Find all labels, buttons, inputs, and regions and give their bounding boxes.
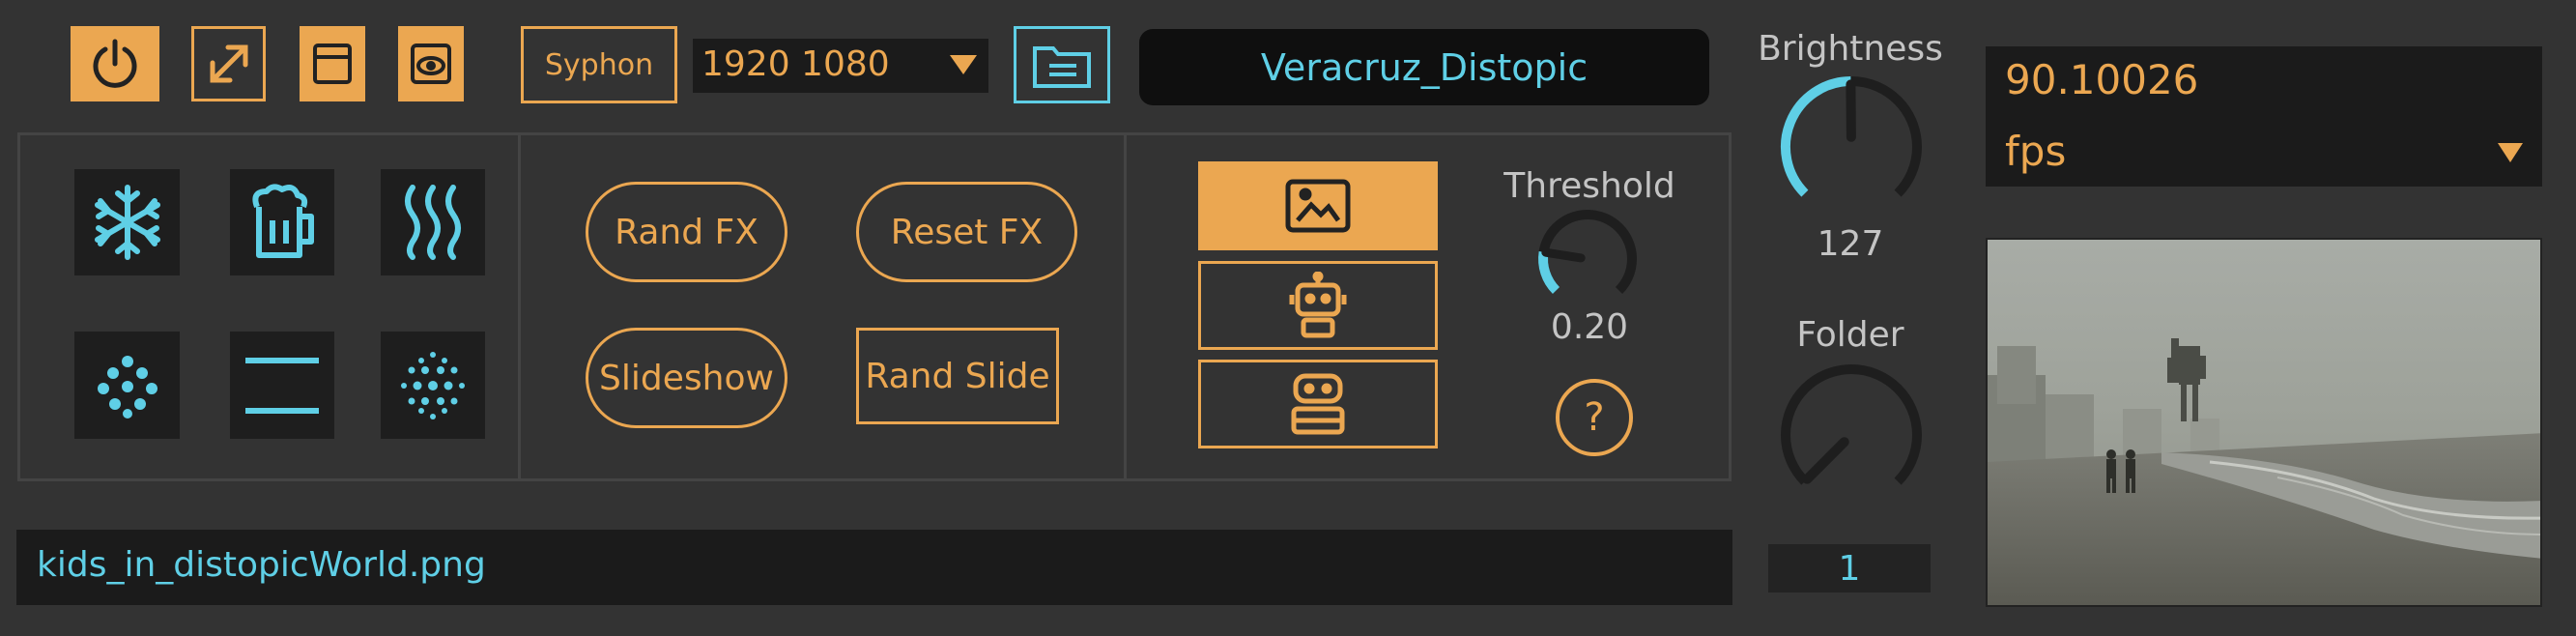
fx-particles-button[interactable] xyxy=(74,332,180,439)
threshold-value: 0.20 xyxy=(1550,307,1629,347)
power-icon xyxy=(93,39,137,88)
open-folder-button[interactable] xyxy=(1014,26,1110,103)
image-icon xyxy=(1285,179,1351,233)
syphon-button[interactable]: Syphon xyxy=(521,26,677,103)
folder-number[interactable]: 1 xyxy=(1768,544,1931,593)
chevron-down-icon xyxy=(2498,143,2523,162)
preview-image xyxy=(1986,238,2542,607)
power-button[interactable] xyxy=(71,26,159,101)
fullscreen-button[interactable] xyxy=(191,26,266,101)
dot-grid-icon xyxy=(401,351,465,419)
heat-waves-icon xyxy=(405,185,461,260)
fps-unit: fps xyxy=(2005,128,2067,175)
window-button[interactable] xyxy=(300,26,365,101)
mode-robot-button[interactable] xyxy=(1198,261,1438,350)
brightness-knob[interactable] xyxy=(1774,70,1929,224)
fx-heat-button[interactable] xyxy=(381,169,485,275)
snowflake-icon xyxy=(94,185,160,260)
dots-cluster-icon xyxy=(97,355,157,419)
panel-divider xyxy=(518,132,521,481)
fx-beer-button[interactable] xyxy=(230,169,334,275)
folder-knob[interactable] xyxy=(1774,358,1929,512)
slideshow-button[interactable]: Slideshow xyxy=(586,328,787,428)
filename-text: kids_in_distopicWorld.png xyxy=(37,545,486,585)
robot-icon xyxy=(1289,272,1347,338)
folder-label: Folder xyxy=(1796,315,1904,355)
help-button[interactable]: ? xyxy=(1556,379,1633,456)
resolution-dropdown[interactable]: 1920 1080 xyxy=(693,39,988,93)
panel-divider xyxy=(1124,132,1127,481)
window-icon xyxy=(313,43,352,84)
fx-scanlines-button[interactable] xyxy=(230,332,334,439)
reset-fx-button[interactable]: Reset FX xyxy=(856,182,1077,282)
mode-robot-head-button[interactable] xyxy=(1198,360,1438,448)
preview-button[interactable] xyxy=(398,26,464,101)
chevron-down-icon xyxy=(950,55,977,74)
fps-display[interactable]: 90.10026 fps xyxy=(1986,46,2542,187)
fx-freeze-button[interactable] xyxy=(74,169,180,275)
resolution-value: 1920 1080 xyxy=(701,44,890,84)
brightness-label: Brightness xyxy=(1758,29,1943,69)
threshold-label: Threshold xyxy=(1503,166,1675,206)
fps-value: 90.10026 xyxy=(2005,56,2199,103)
eye-icon xyxy=(411,43,451,84)
filename-bar: kids_in_distopicWorld.png xyxy=(16,530,1732,605)
horizontal-lines-icon xyxy=(245,357,319,414)
threshold-knob[interactable] xyxy=(1530,205,1646,311)
expand-arrows-icon xyxy=(210,44,247,83)
rand-fx-button[interactable]: Rand FX xyxy=(586,182,787,282)
robot-head-icon xyxy=(1291,373,1345,435)
rand-slide-button[interactable]: Rand Slide xyxy=(856,328,1059,424)
brightness-value: 127 xyxy=(1817,224,1884,264)
fx-halftone-button[interactable] xyxy=(381,332,485,439)
beer-mug-icon xyxy=(252,184,314,258)
folder-icon xyxy=(1033,46,1091,88)
mode-image-button[interactable] xyxy=(1198,161,1438,250)
source-name-display: Veracruz_Distopic xyxy=(1139,29,1709,105)
